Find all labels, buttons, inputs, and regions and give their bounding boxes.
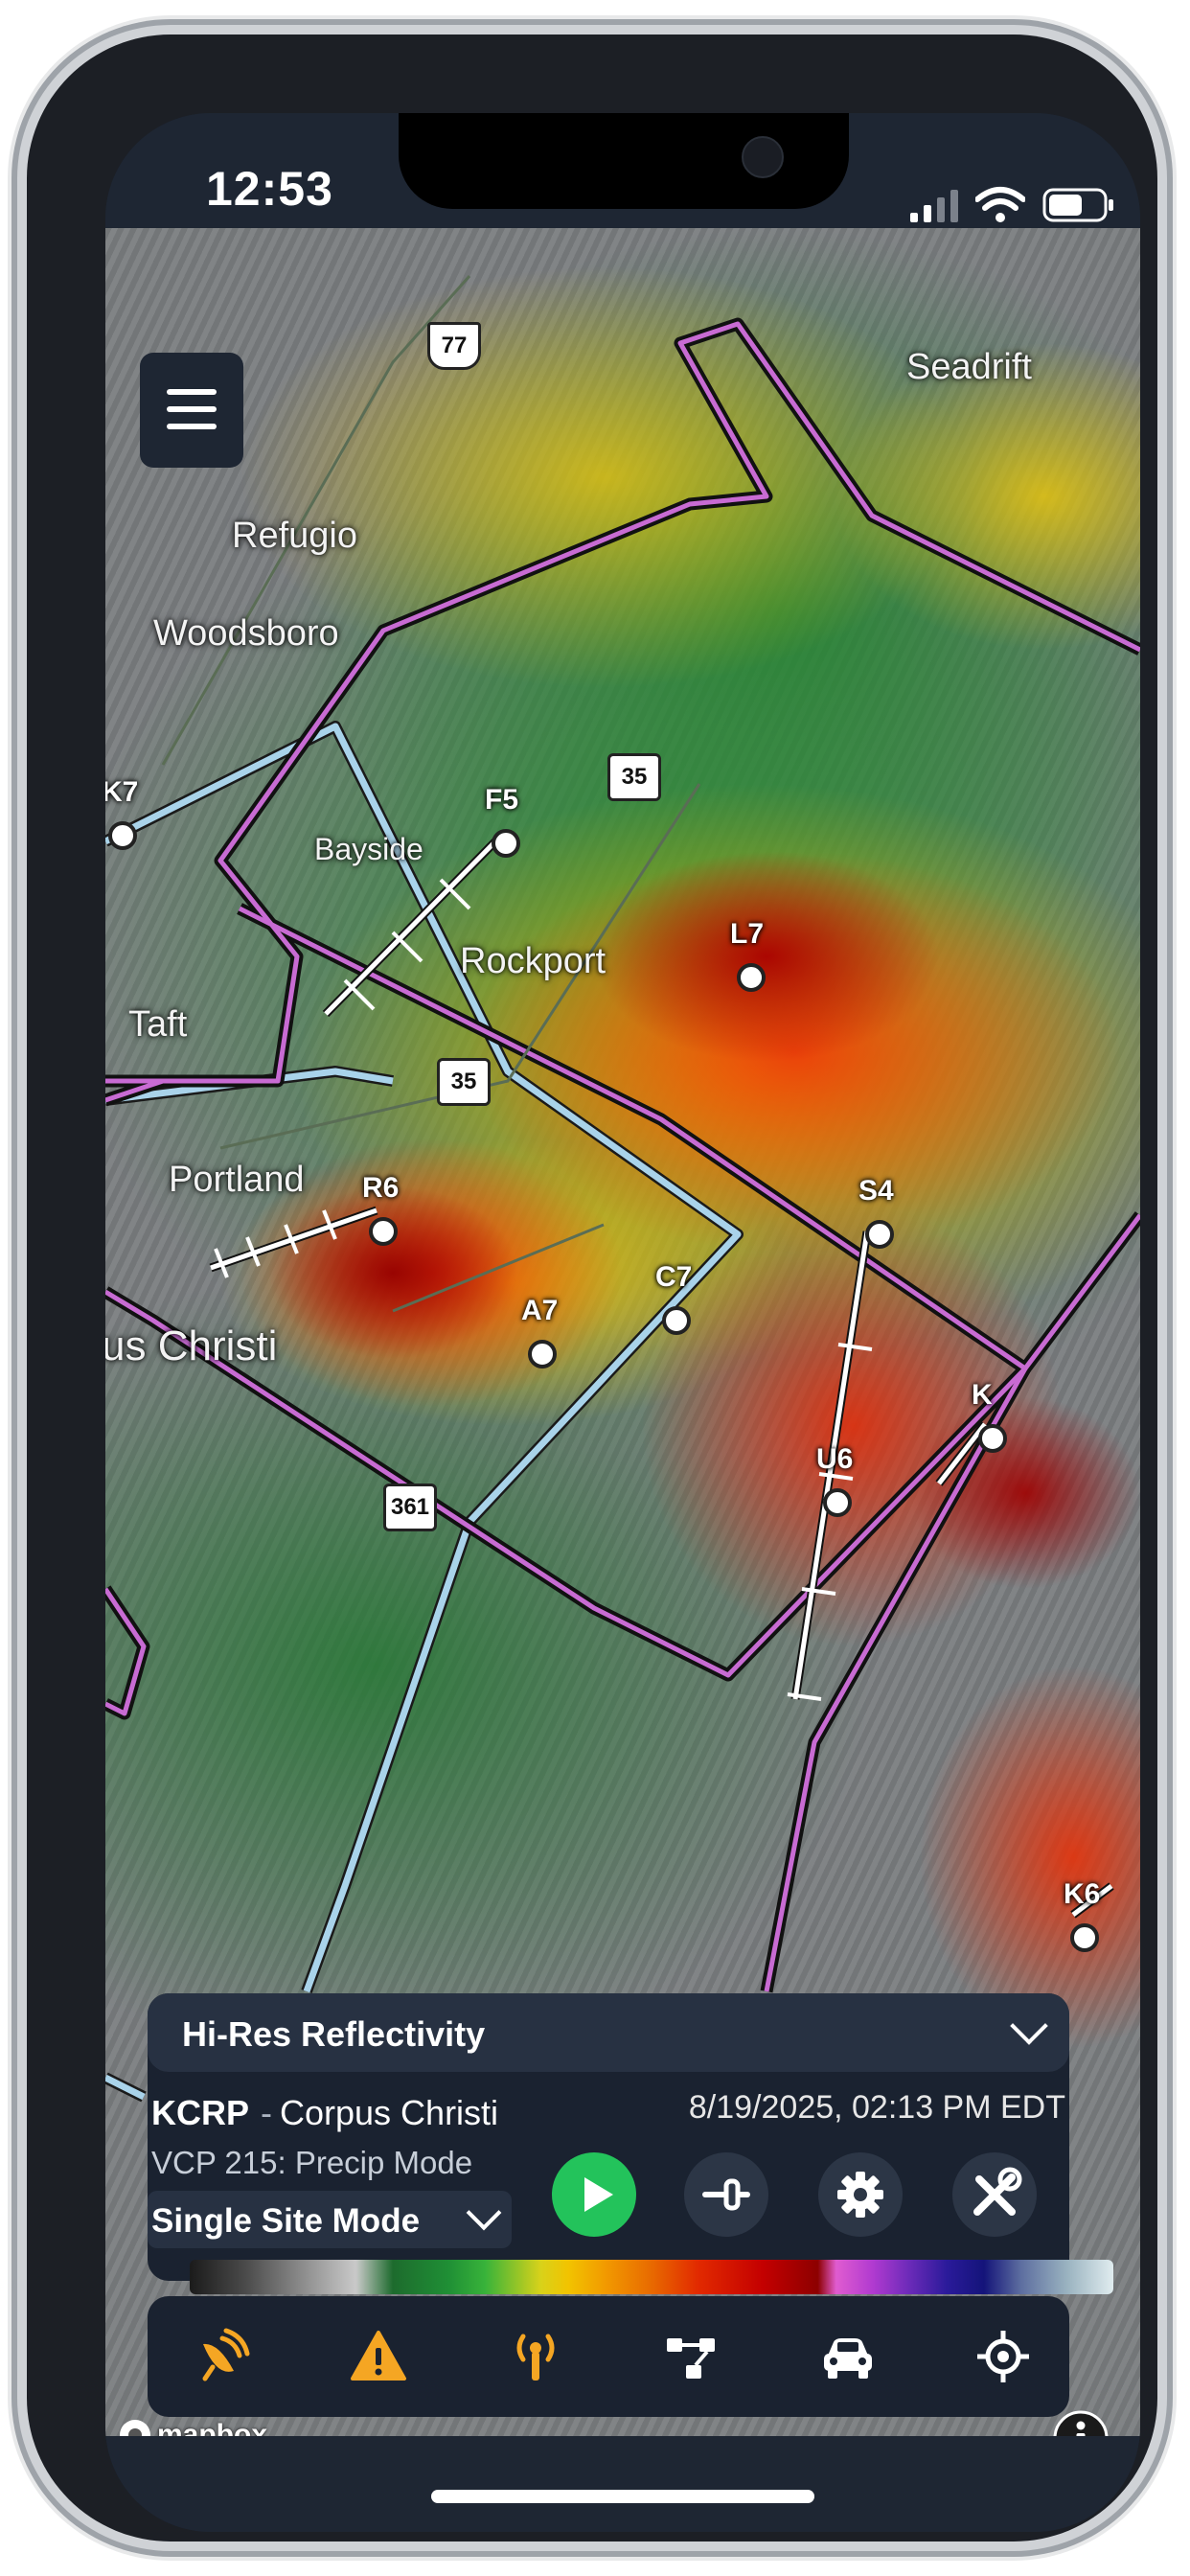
phone-frame: Seadrift Refugio Woodsboro Bayside Rockp…: [27, 34, 1157, 2542]
notch: [399, 113, 849, 209]
place-label-woodsboro: Woodsboro: [153, 613, 339, 654]
route-shield-us-77: 77: [427, 322, 481, 370]
place-label-refugio: Refugio: [232, 516, 357, 556]
product-title: Hi-Res Reflectivity: [182, 2014, 486, 2054]
place-label-taft: Taft: [128, 1004, 188, 1045]
storm-cell-id: F5: [485, 784, 519, 816]
scan-timestamp: 8/19/2025, 02:13 PM EDT: [688, 2089, 1065, 2126]
storm-cell-dot: [823, 1488, 852, 1517]
place-label-bayside: Bayside: [314, 832, 423, 866]
storm-cell-id: K6: [1064, 1878, 1101, 1910]
storm-cell-id: K7: [105, 776, 139, 808]
side-button-silent: [13, 316, 23, 374]
storm-cell-dot: [737, 963, 766, 992]
chevron-down-icon: [466, 2195, 502, 2231]
chevron-down-icon: [1010, 2007, 1048, 2045]
station-separator: -: [261, 2093, 272, 2132]
home-indicator[interactable]: [431, 2490, 814, 2503]
route-shield-35-north: 35: [607, 753, 661, 801]
storm-cell-dot: [369, 1217, 398, 1246]
station-code: KCRP: [151, 2093, 250, 2132]
place-label-corpus-christi: us Christi: [105, 1322, 278, 1369]
storm-cell-id: C7: [655, 1261, 693, 1293]
route-shield-361: 361: [383, 1484, 437, 1531]
product-selector[interactable]: Hi-Res Reflectivity: [148, 1993, 1069, 2072]
reflectivity-color-scale: [190, 2260, 1113, 2294]
settings-button[interactable]: [818, 2152, 903, 2237]
status-time: 12:53: [206, 162, 333, 216]
tools-icon: [973, 2167, 1022, 2216]
station-name: Corpus Christi: [280, 2093, 499, 2132]
place-label-portland: Portland: [169, 1160, 305, 1200]
signal-icon: [910, 190, 958, 222]
route-shield-35-south: 35: [437, 1058, 491, 1106]
storm-cell-dot: [108, 821, 137, 850]
storm-cell-dot: [492, 829, 520, 858]
network-icon[interactable]: [657, 2323, 724, 2390]
menu-icon-bar: [167, 389, 217, 395]
radar-icon[interactable]: [188, 2323, 255, 2390]
home-indicator-area: [105, 2436, 1140, 2532]
vcp-mode: VCP 215: Precip Mode: [151, 2145, 473, 2180]
front-camera: [742, 136, 784, 178]
storm-cell-dot: [1070, 1923, 1099, 1952]
app-screen: Seadrift Refugio Woodsboro Bayside Rockp…: [105, 113, 1140, 2532]
storm-cell-dot: [662, 1306, 691, 1335]
tools-button[interactable]: [952, 2152, 1037, 2237]
storm-cell-dot: [528, 1340, 557, 1368]
side-button-power: [1167, 498, 1177, 680]
storm-cell-dot: [865, 1220, 894, 1249]
play-button[interactable]: [552, 2152, 636, 2237]
site-mode-dropdown[interactable]: Single Site Mode: [148, 2191, 512, 2248]
radar-control-panel: Hi-Res Reflectivity KCRP - Corpus Christ…: [148, 1993, 1069, 2281]
slider-icon: [702, 2178, 750, 2211]
menu-icon-bar: [167, 406, 217, 412]
storm-cell-id: K: [972, 1379, 993, 1411]
crosshair-icon[interactable]: [970, 2323, 1037, 2390]
menu-icon-bar: [167, 424, 217, 429]
bottom-toolbar: [148, 2296, 1069, 2417]
warning-icon[interactable]: [345, 2323, 412, 2390]
menu-button[interactable]: [140, 353, 243, 468]
site-mode-label: Single Site Mode: [151, 2202, 421, 2240]
side-button-volume-up: [13, 422, 23, 537]
slider-toggle-button[interactable]: [684, 2152, 768, 2237]
storm-cell-dot: [978, 1424, 1007, 1453]
status-bar: 12:53: [105, 113, 1140, 228]
storm-cell-id: S4: [858, 1175, 894, 1207]
wifi-icon: [975, 187, 1025, 222]
battery-icon: [1042, 188, 1113, 222]
storm-cell-id: R6: [362, 1172, 400, 1204]
place-label-seadrift: Seadrift: [906, 347, 1032, 387]
storm-cell-id: A7: [521, 1295, 559, 1326]
car-icon[interactable]: [814, 2323, 881, 2390]
storm-cell-id: U6: [816, 1443, 854, 1475]
storm-cell-id: L7: [730, 918, 765, 950]
gear-icon: [837, 2172, 883, 2218]
side-button-volume-down: [13, 565, 23, 680]
place-label-rockport: Rockport: [460, 941, 606, 981]
antenna-icon[interactable]: [502, 2323, 569, 2390]
